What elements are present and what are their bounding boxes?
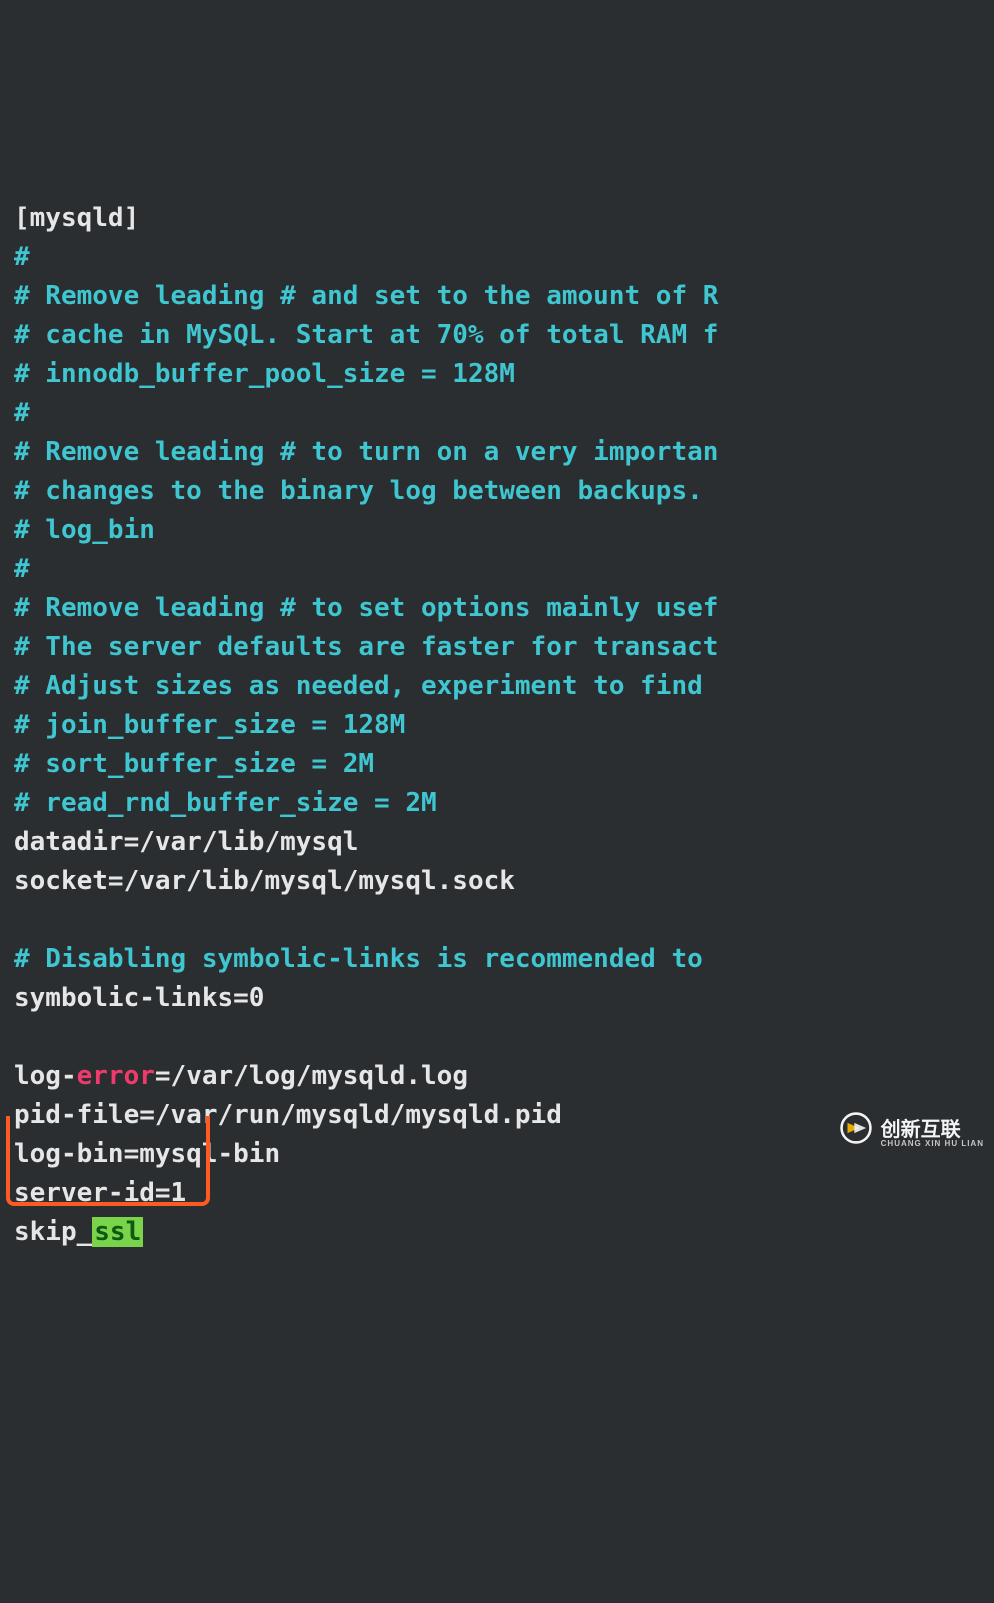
comment-line: # [14, 554, 30, 584]
comment-line: # [14, 398, 30, 428]
config-log-error: log-error=/var/log/mysqld.log [14, 1061, 468, 1091]
config-log-bin: log-bin=mysql-bin [14, 1139, 280, 1169]
comment-line: # [14, 242, 30, 272]
comment-line: # join_buffer_size = 128M [14, 710, 405, 740]
comment-line: # Remove leading # to set options mainly… [14, 593, 718, 623]
key-part: log- [14, 1061, 77, 1091]
comment-line: # cache in MySQL. Start at 70% of total … [14, 320, 718, 350]
comment-line: # innodb_buffer_pool_size = 128M [14, 359, 515, 389]
ssl-highlight: ssl [92, 1217, 143, 1247]
watermark: 创新互联 CHUANG XIN HU LIAN [776, 1072, 984, 1196]
config-pid-file: pid-file=/var/run/mysqld/mysqld.pid [14, 1100, 562, 1130]
config-socket: socket=/var/lib/mysql/mysql.sock [14, 866, 515, 896]
watermark-logo-icon [776, 1072, 873, 1196]
config-symbolic-links: symbolic-links=0 [14, 983, 264, 1013]
comment-line: # Adjust sizes as needed, experiment to … [14, 671, 718, 701]
key-part: skip_ [14, 1217, 92, 1247]
config-datadir: datadir=/var/lib/mysql [14, 827, 358, 857]
comment-line: # Remove leading # to turn on a very imp… [14, 437, 718, 467]
comment-line: # log_bin [14, 515, 155, 545]
comment-line: # Remove leading # and set to the amount… [14, 281, 718, 311]
section-header: [mysqld] [14, 203, 139, 233]
comment-line: # The server defaults are faster for tra… [14, 632, 718, 662]
value-part: =/var/log/mysqld.log [155, 1061, 468, 1091]
comment-line: # sort_buffer_size = 2M [14, 749, 374, 779]
comment-line: # read_rnd_buffer_size = 2M [14, 788, 437, 818]
config-skip-ssl: skip_ssl [14, 1217, 143, 1247]
watermark-text-en: CHUANG XIN HU LIAN [881, 1140, 984, 1148]
comment-line: # changes to the binary log between back… [14, 476, 703, 506]
comment-line: # Disabling symbolic-links is recommende… [14, 944, 718, 974]
watermark-text-cn: 创新互联 [881, 1120, 984, 1140]
config-server-id: server-id=1 [14, 1178, 186, 1208]
error-keyword: error [77, 1061, 155, 1091]
